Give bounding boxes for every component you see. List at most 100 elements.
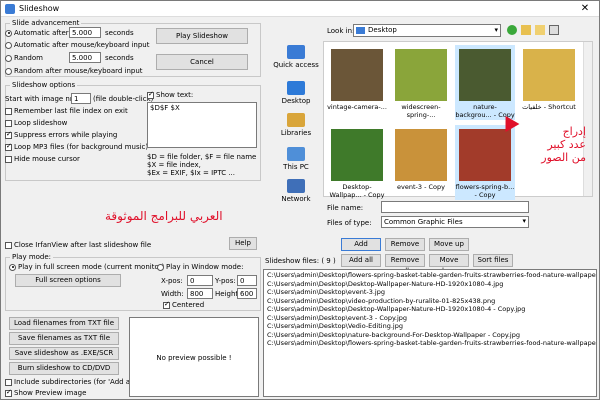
auto-seconds-label: seconds xyxy=(105,29,134,37)
show-preview-checkbox[interactable] xyxy=(5,388,12,397)
thumbnail-item[interactable]: vintage-camera-... xyxy=(327,45,387,120)
add-all-button[interactable]: Add all xyxy=(341,254,381,267)
thumbnail-caption: خلفيات - Shortcut xyxy=(522,103,576,111)
file-name-input[interactable] xyxy=(381,201,529,213)
include-subdirs-row: Include subdirectories (for 'Add all') xyxy=(5,378,139,386)
centered-checkbox[interactable] xyxy=(163,300,170,309)
file-list-item[interactable]: C:\Users\admin\Desktop\event-3.jpg xyxy=(267,288,593,297)
thumbnail-image xyxy=(395,129,447,181)
include-subdirs-label: Include subdirectories (for 'Add all') xyxy=(14,378,139,386)
show-text-input[interactable]: $D$F $X xyxy=(147,102,257,148)
files-of-type-label: Files of type: xyxy=(327,219,372,227)
close-after-checkbox[interactable] xyxy=(5,241,12,249)
help-button[interactable]: Help xyxy=(229,237,257,250)
double-click-hint: (file double-click) xyxy=(93,95,154,103)
play-mode-label: Play mode: xyxy=(10,253,54,261)
full-screen-radio[interactable] xyxy=(9,263,16,271)
new-folder-icon[interactable] xyxy=(535,25,545,35)
file-list-item[interactable]: C:\Users\admin\Desktop\nature-background… xyxy=(267,331,593,340)
thumbnail-item[interactable]: Desktop-Wallpap... - Copy xyxy=(327,125,387,200)
files-of-type-dropdown[interactable]: Common Graphic Files ▾ xyxy=(381,216,529,228)
thumbnail-scrollbar[interactable] xyxy=(583,42,592,196)
loop-slideshow-checkbox[interactable] xyxy=(5,119,12,127)
height-input[interactable]: 600 xyxy=(237,288,257,299)
thumbnail-item[interactable]: nature-backgrou... - Copy xyxy=(455,45,515,120)
random-input[interactable]: 5.000 xyxy=(69,52,101,63)
star-icon xyxy=(287,45,305,59)
legend-1: $D = file folder, $F = file name xyxy=(147,153,257,161)
file-list-item[interactable]: C:\Users\admin\Desktop\Desktop-Wallpaper… xyxy=(267,305,593,314)
save-exe-button[interactable]: Save slideshow as .EXE/SCR xyxy=(9,347,119,360)
random-row: Random xyxy=(5,54,43,62)
show-preview-label: Show Preview image xyxy=(14,389,87,397)
auto-after-radio[interactable] xyxy=(5,29,12,37)
auto-input-radio[interactable] xyxy=(5,41,12,49)
app-icon xyxy=(5,4,15,14)
full-screen-options-button[interactable]: Full screen options xyxy=(15,274,121,287)
file-list-item[interactable]: C:\Users\admin\Desktop\Desktop-Wallpaper… xyxy=(267,280,593,289)
move-down-button[interactable]: Move down xyxy=(429,254,469,275)
file-list-item[interactable]: C:\Users\admin\Desktop\flowers-spring-ba… xyxy=(267,271,596,280)
random-seconds-label: seconds xyxy=(105,54,134,62)
auto-input-label: Automatic after mouse/keyboard input xyxy=(14,41,150,49)
auto-after-row: Automatic after xyxy=(5,29,69,37)
add-button[interactable]: Add xyxy=(341,238,381,251)
back-icon[interactable] xyxy=(507,25,517,35)
sort-files-button[interactable]: Sort files xyxy=(473,254,513,267)
auto-after-label: Automatic after xyxy=(14,29,69,37)
loop-mp3-row: Loop MP3 files (for background music) xyxy=(5,142,148,151)
file-list-item[interactable]: C:\Users\admin\Desktop\event-3 - Copy.jp… xyxy=(267,314,593,323)
nav-desktop[interactable]: Desktop xyxy=(271,81,321,105)
file-list-item[interactable]: C:\Users\admin\Desktop\flowers-spring-ba… xyxy=(267,339,596,348)
thumbnail-image xyxy=(459,129,511,181)
auto-after-input[interactable]: 5.000 xyxy=(69,27,101,38)
width-input[interactable]: 800 xyxy=(187,288,213,299)
hide-cursor-checkbox[interactable] xyxy=(5,155,12,163)
suppress-errors-checkbox[interactable] xyxy=(5,130,12,139)
file-list-item[interactable]: C:\Users\admin\Desktop\Vedio-Editing.jpg xyxy=(267,322,593,331)
file-list-item[interactable]: C:\Users\admin\Desktop\video-production-… xyxy=(267,297,593,306)
cancel-button[interactable]: Cancel xyxy=(156,54,248,70)
random-input-row: Random after mouse/keyboard input xyxy=(5,67,143,75)
nav-network[interactable]: Network xyxy=(271,179,321,203)
look-in-label: Look in: xyxy=(327,27,355,35)
legend-3: $Ex = EXIF, $Ix = IPTC ... xyxy=(147,169,236,177)
slideshow-files-list[interactable]: C:\Users\admin\Desktop\flowers-spring-ba… xyxy=(263,269,597,397)
loop-mp3-checkbox[interactable] xyxy=(5,142,12,151)
nav-libraries[interactable]: Libraries xyxy=(271,113,321,137)
nav-network-label: Network xyxy=(281,195,311,203)
close-after-label: Close IrfanView after last slideshow fil… xyxy=(14,241,152,249)
burn-cd-button[interactable]: Burn slideshow to CD/DVD xyxy=(9,362,119,375)
nav-this-pc[interactable]: This PC xyxy=(271,147,321,171)
no-preview-text: No preview possible ! xyxy=(156,354,232,362)
remove-all-button[interactable]: Remove all xyxy=(385,254,425,275)
random-input-radio[interactable] xyxy=(5,67,12,75)
random-radio[interactable] xyxy=(5,54,12,62)
thumbnail-item[interactable]: widescreen-spring-... xyxy=(391,45,451,120)
remove-button[interactable]: Remove xyxy=(385,238,425,251)
loop-slideshow-label: Loop slideshow xyxy=(14,119,68,127)
save-txt-button[interactable]: Save filenames as TXT file xyxy=(9,332,119,345)
xpos-input[interactable]: 0 xyxy=(187,275,213,286)
close-button[interactable]: ✕ xyxy=(571,1,599,17)
nav-quick-access[interactable]: Quick access xyxy=(271,45,321,69)
thumbnail-item[interactable]: خلفيات - Shortcut xyxy=(519,45,579,120)
look-in-dropdown[interactable]: Desktop ▾ xyxy=(353,24,501,37)
thumbnail-image xyxy=(331,129,383,181)
move-up-button[interactable]: Move up xyxy=(429,238,469,251)
show-text-checkbox[interactable] xyxy=(147,90,154,99)
remember-last-checkbox[interactable] xyxy=(5,107,12,115)
slideshow-window: Slideshow ✕ Slide advancement Automatic … xyxy=(0,0,600,400)
load-txt-button[interactable]: Load filenames from TXT file xyxy=(9,317,119,330)
view-menu-icon[interactable] xyxy=(549,25,559,35)
thumbnail-item[interactable]: event-3 - Copy xyxy=(391,125,451,200)
thumbnail-caption: vintage-camera-... xyxy=(327,103,387,111)
play-slideshow-button[interactable]: Play Slideshow xyxy=(156,28,248,44)
random-label: Random xyxy=(14,54,43,62)
include-subdirs-checkbox[interactable] xyxy=(5,378,12,386)
ypos-input[interactable]: 0 xyxy=(237,275,257,286)
start-image-input[interactable]: 1 xyxy=(71,93,91,104)
up-folder-icon[interactable] xyxy=(521,25,531,35)
window-mode-radio[interactable] xyxy=(157,263,164,271)
slideshow-files-label: Slideshow files: ( 9 ) xyxy=(265,257,336,265)
